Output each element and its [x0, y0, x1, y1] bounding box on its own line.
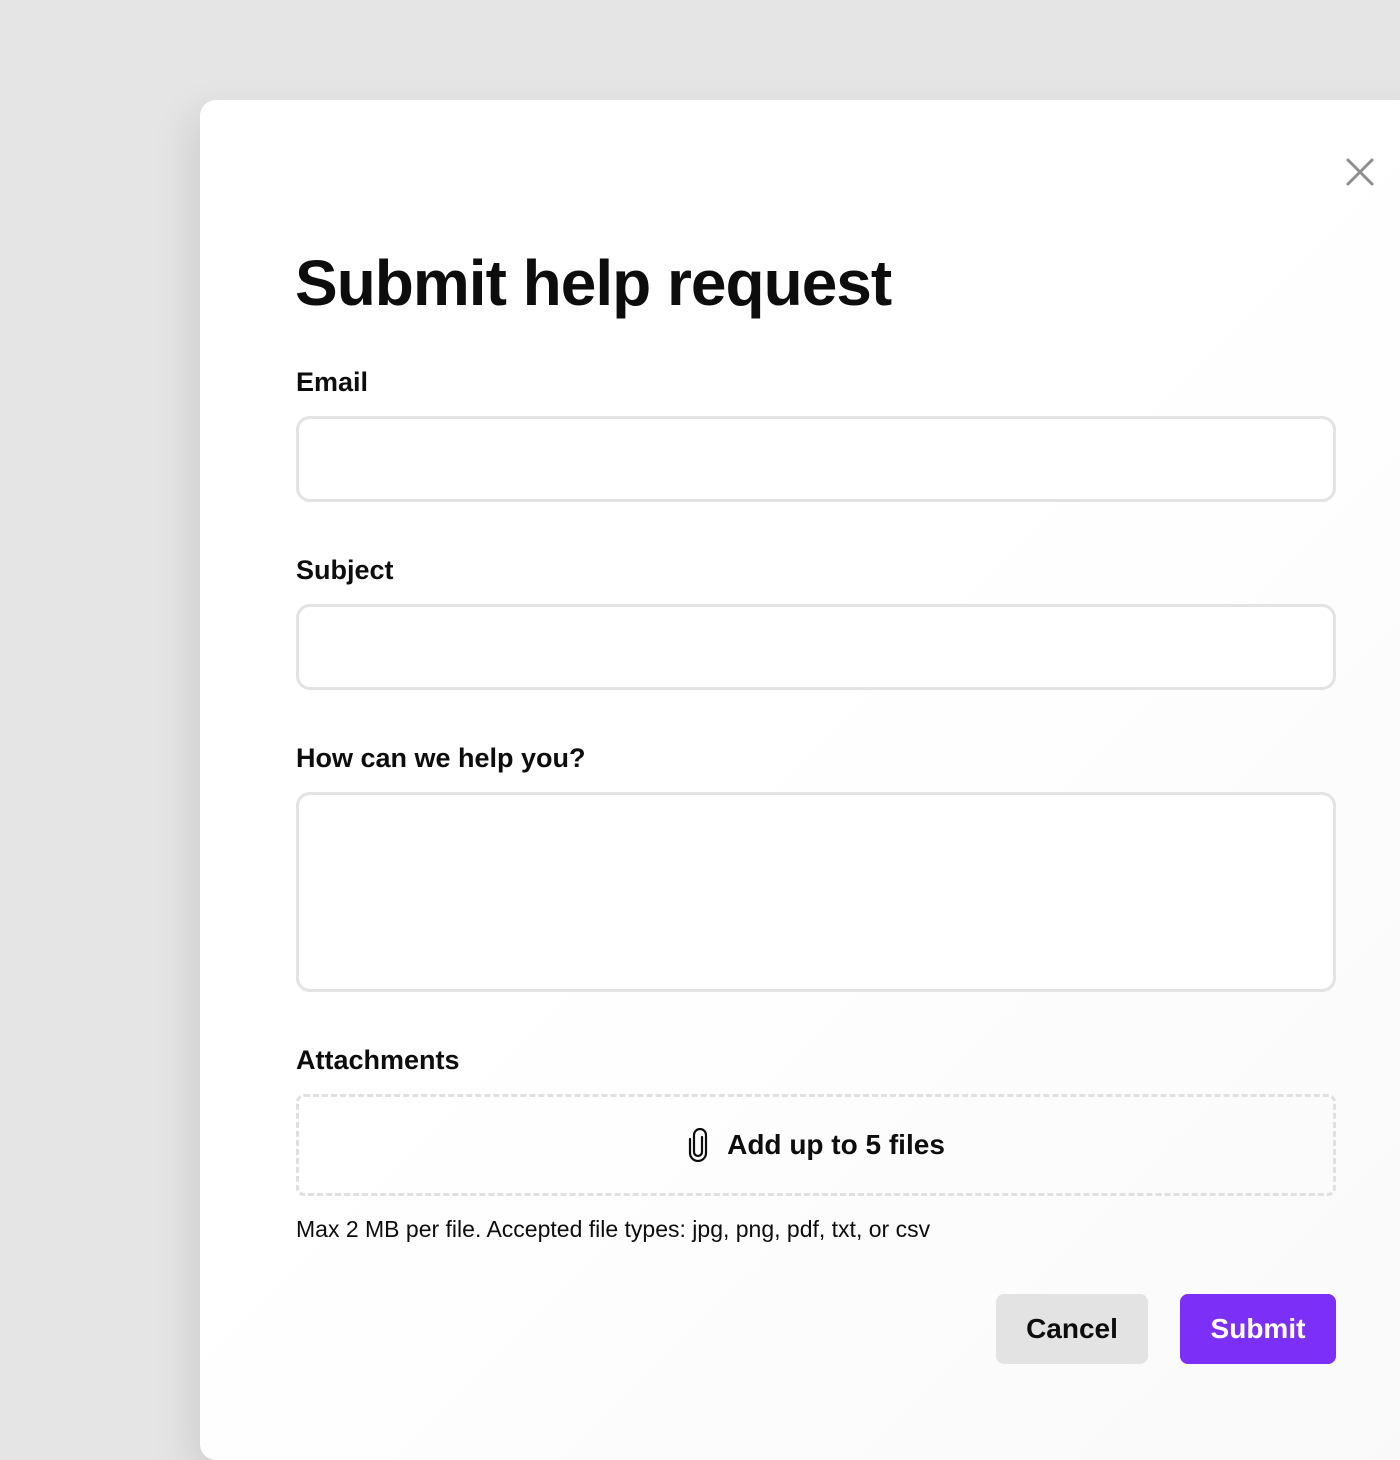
close-button[interactable] [1340, 152, 1380, 192]
attachments-dropzone[interactable]: Add up to 5 files [296, 1094, 1336, 1196]
email-label: Email [296, 367, 369, 397]
subject-label: Subject [296, 555, 394, 585]
message-label: How can we help you? [296, 743, 586, 773]
cancel-button[interactable]: Cancel [996, 1294, 1148, 1364]
paperclip-icon [689, 1128, 708, 1162]
attachments-hint: Max 2 MB per file. Accepted file types: … [296, 1216, 931, 1242]
help-request-dialog: Submit help request Email Subject How ca… [200, 100, 1400, 1460]
dropzone-label: Add up to 5 files [727, 1129, 945, 1160]
email-field[interactable] [296, 416, 1336, 502]
attachments-label: Attachments [296, 1045, 460, 1075]
close-icon [1346, 158, 1374, 186]
submit-button[interactable]: Submit [1180, 1294, 1336, 1364]
message-textarea[interactable] [296, 792, 1336, 992]
dialog-title: Submit help request [295, 247, 892, 319]
subject-field[interactable] [296, 604, 1336, 690]
